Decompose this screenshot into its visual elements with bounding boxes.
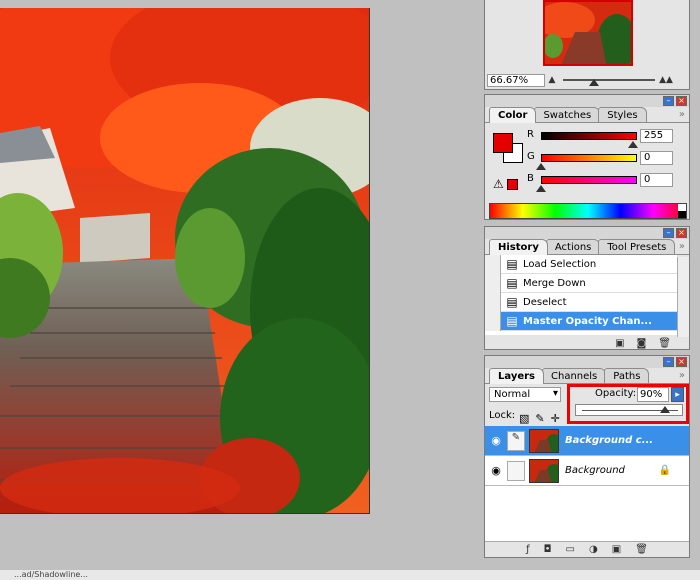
history-item-label: Deselect: [523, 296, 567, 308]
layers-titlebar[interactable]: – ×: [485, 356, 689, 368]
palette-menu-icon[interactable]: »: [679, 370, 685, 381]
minimize-icon[interactable]: –: [663, 96, 674, 106]
link-box[interactable]: [507, 460, 525, 481]
trash-icon[interactable]: 🗑: [658, 338, 671, 349]
new-document-icon[interactable]: ▣: [615, 338, 624, 349]
visibility-eye-icon[interactable]: ◉: [485, 464, 507, 477]
new-group-icon[interactable]: ▭: [566, 544, 575, 555]
trash-icon[interactable]: 🗑: [635, 544, 648, 555]
history-scrollbar[interactable]: [677, 257, 689, 337]
close-icon[interactable]: ×: [676, 96, 687, 106]
channel-b-label: B: [527, 173, 534, 184]
layer-style-icon[interactable]: ƒ: [526, 544, 530, 555]
channel-r-field[interactable]: 255: [640, 129, 673, 143]
channel-g-label: G: [527, 151, 535, 162]
layers-footer: ƒ ◘ ▭ ◑ ▣ 🗑: [485, 541, 689, 557]
layers-tabs: Layers Channels Paths »: [485, 368, 689, 384]
minimize-icon[interactable]: –: [663, 228, 674, 238]
tab-history[interactable]: History: [489, 239, 548, 255]
channel-b-thumb[interactable]: [536, 185, 546, 192]
zoom-out-icon[interactable]: ▲: [545, 75, 559, 85]
history-list: ▤ Load Selection ▤ Merge Down ▤ Deselect…: [485, 254, 677, 335]
close-icon[interactable]: ×: [676, 228, 687, 238]
zoom-slider-thumb[interactable]: [589, 79, 599, 86]
history-titlebar[interactable]: – ×: [485, 227, 689, 239]
channel-b-slider[interactable]: [541, 176, 637, 184]
history-state-icon: ▤: [506, 295, 518, 309]
zoom-in-icon[interactable]: ▲▲: [659, 75, 673, 85]
color-palette: – × Color Swatches Styles » ⚠ R 255 G 0 …: [484, 94, 690, 220]
layer-row[interactable]: ◉ Background 🔒: [485, 456, 689, 486]
layers-palette: – × Layers Channels Paths » Normal Opaci…: [484, 355, 690, 558]
paintbrush-icon[interactable]: ✎: [507, 430, 525, 451]
minimize-icon[interactable]: –: [663, 357, 674, 367]
channel-b-field[interactable]: 0: [640, 173, 673, 187]
tab-tool-presets[interactable]: Tool Presets: [598, 239, 676, 254]
layer-name: Background c...: [565, 435, 654, 446]
history-brush-source-box[interactable]: [485, 254, 501, 274]
tab-paths[interactable]: Paths: [604, 368, 650, 383]
palette-menu-icon[interactable]: »: [679, 241, 685, 252]
lock-label: Lock:: [489, 410, 516, 421]
history-state-icon: ▤: [506, 314, 518, 328]
palette-menu-icon[interactable]: »: [679, 109, 685, 120]
color-ramp[interactable]: [489, 203, 687, 219]
zoom-slider[interactable]: [559, 73, 659, 87]
tab-actions[interactable]: Actions: [545, 239, 601, 254]
history-state-icon: ▤: [506, 276, 518, 290]
layer-mask-icon[interactable]: ◘: [544, 544, 552, 555]
tab-color[interactable]: Color: [489, 107, 537, 123]
channel-r-slider[interactable]: [541, 132, 637, 140]
gamut-warning-icon[interactable]: ⚠: [493, 177, 504, 191]
lock-icon: 🔒: [658, 465, 671, 476]
channel-g-thumb[interactable]: [536, 163, 546, 170]
document-image[interactable]: [0, 8, 370, 514]
history-brush-source-box[interactable]: [485, 292, 501, 312]
close-icon[interactable]: ×: [676, 357, 687, 367]
new-snapshot-icon[interactable]: ◙: [637, 338, 647, 349]
channel-g-field[interactable]: 0: [640, 151, 673, 165]
layer-thumbnail: [529, 458, 559, 483]
adjustment-layer-icon[interactable]: ◑: [589, 544, 598, 555]
gamut-swatch[interactable]: [507, 179, 518, 190]
history-footer: ▣ ◙ 🗑: [485, 335, 689, 351]
tab-layers[interactable]: Layers: [489, 368, 544, 384]
channel-r-label: R: [527, 129, 534, 140]
history-item-label: Merge Down: [523, 277, 586, 289]
tab-channels[interactable]: Channels: [542, 368, 607, 383]
history-item[interactable]: ▤ Deselect: [485, 292, 677, 312]
status-bar: ...ad/Shadowline...: [0, 570, 700, 580]
history-item-selected[interactable]: ▤ Master Opacity Chan...: [485, 311, 677, 331]
history-item-label: Load Selection: [523, 258, 597, 270]
layers-empty-area: [485, 486, 689, 547]
layer-name: Background: [565, 465, 625, 476]
visibility-eye-icon[interactable]: ◉: [485, 434, 507, 447]
navigator-thumbnail[interactable]: [543, 0, 633, 66]
blend-mode-select[interactable]: Normal: [489, 387, 561, 402]
color-titlebar[interactable]: – ×: [485, 95, 689, 107]
history-state-icon: ▤: [506, 257, 518, 271]
history-item[interactable]: ▤ Merge Down: [485, 273, 677, 293]
tab-styles[interactable]: Styles: [598, 107, 647, 122]
navigator-palette: 66.67% ▲ ▲▲: [484, 0, 690, 90]
zoom-field[interactable]: 66.67%: [487, 73, 545, 87]
history-item[interactable]: ▤ Load Selection: [485, 254, 677, 274]
history-item-label: Master Opacity Chan...: [523, 315, 652, 327]
history-brush-source-box[interactable]: [485, 311, 501, 331]
lock-row: Lock: ▧ ✎ ✛: [485, 406, 689, 426]
history-tabs: History Actions Tool Presets »: [485, 239, 689, 255]
document-canvas-area: [0, 0, 480, 570]
foreground-color-swatch[interactable]: [493, 133, 513, 153]
history-brush-source-box[interactable]: [485, 273, 501, 293]
channel-g-slider[interactable]: [541, 154, 637, 162]
tab-swatches[interactable]: Swatches: [534, 107, 601, 122]
layer-thumbnail: [529, 428, 559, 453]
color-tabs: Color Swatches Styles »: [485, 107, 689, 123]
layer-row-selected[interactable]: ◉ ✎ Background c...: [485, 426, 689, 456]
channel-r-thumb[interactable]: [628, 141, 638, 148]
history-palette: – × History Actions Tool Presets » ▤ Loa…: [484, 226, 690, 350]
new-layer-icon[interactable]: ▣: [612, 544, 621, 555]
